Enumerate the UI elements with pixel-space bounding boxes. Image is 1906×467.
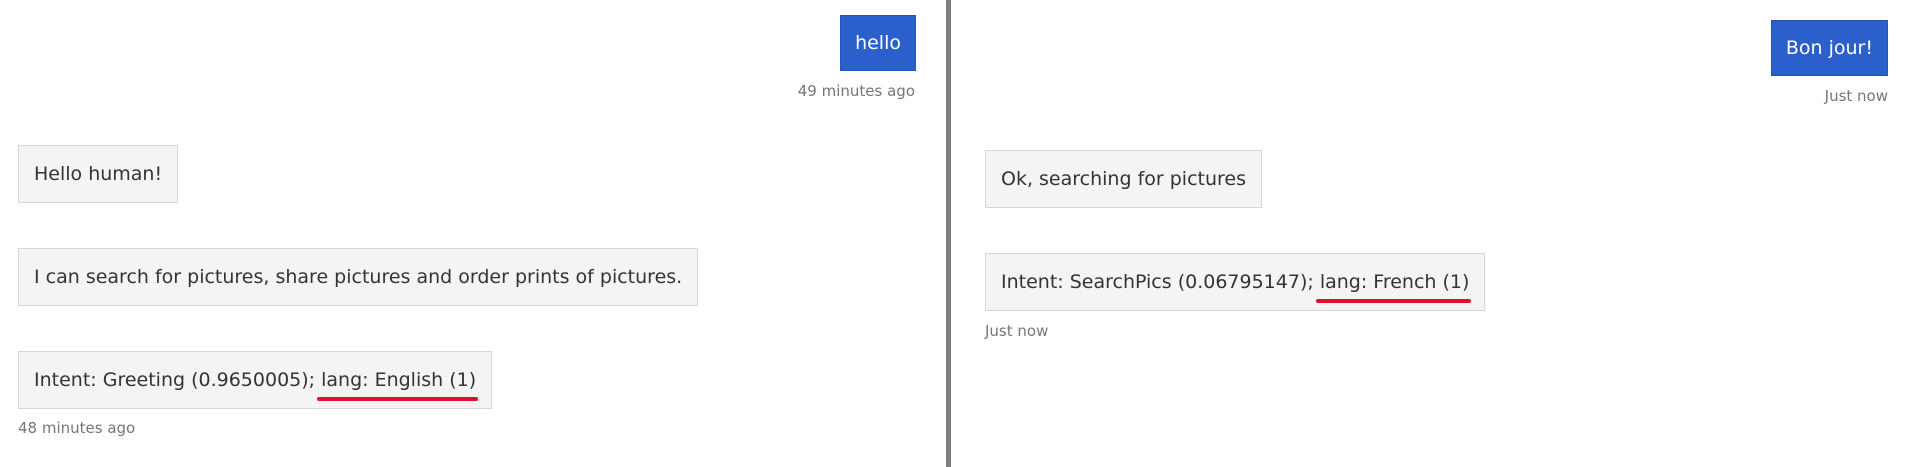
bot-message-text: I can search for pictures, share picture… (34, 266, 683, 288)
right-chat-pane: Bon jour! Just now Ok, searching for pic… (952, 0, 1906, 467)
user-message-text: Bon jour! (1785, 37, 1873, 59)
intent-text: Intent: Greeting (0.9650005); (34, 369, 322, 391)
bot-message-bubble: Ok, searching for pictures (985, 150, 1262, 208)
bot-message-bubble: I can search for pictures, share picture… (18, 248, 699, 306)
bot-message-bubble: Hello human! (18, 145, 179, 203)
bot-intent-bubble: Intent: Greeting (0.9650005); lang: Engl… (18, 351, 493, 409)
bot-message-text: Hello human! (34, 163, 163, 185)
bot-message-text: Ok, searching for pictures (1001, 168, 1246, 190)
user-message-timestamp: Just now (1824, 87, 1888, 105)
pane-divider (946, 0, 951, 467)
user-message-timestamp: 49 minutes ago (797, 82, 915, 100)
user-message-bubble: hello (840, 15, 916, 71)
user-message-text: hello (855, 32, 901, 54)
bot-message-timestamp: Just now (985, 322, 1049, 340)
bot-intent-bubble: Intent: SearchPics (0.06795147); lang: F… (985, 253, 1486, 311)
lang-text-underlined: lang: English (1) (317, 352, 479, 408)
intent-text: Intent: SearchPics (0.06795147); (1001, 271, 1320, 293)
left-chat-pane: hello 49 minutes ago Hello human! I can … (0, 0, 946, 467)
user-message-bubble: Bon jour! (1770, 20, 1888, 76)
bot-message-timestamp: 48 minutes ago (18, 419, 136, 437)
lang-text-underlined: lang: French (1) (1315, 254, 1471, 310)
